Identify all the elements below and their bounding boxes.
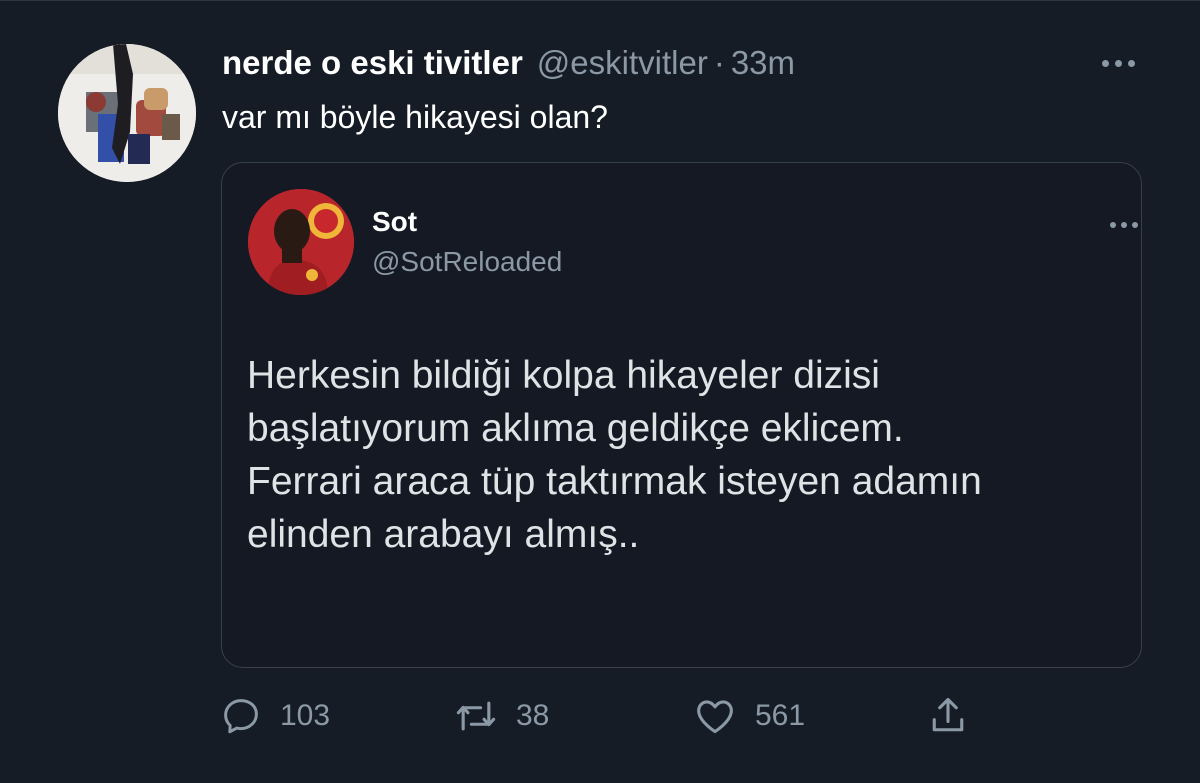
quote-author-avatar[interactable]	[248, 189, 354, 295]
quoted-tweet[interactable]: Sot @SotReloaded Herkesin bildiği kolpa …	[221, 162, 1142, 668]
quote-text-line: Ferrari araca tüp taktırmak isteyen adam…	[247, 460, 982, 503]
tweet-time[interactable]: 33m	[731, 43, 795, 83]
quote-author-handle[interactable]: @SotReloaded	[372, 245, 562, 279]
like-button[interactable]: 561	[693, 691, 805, 741]
share-icon	[932, 697, 964, 732]
quote-avatar-image	[248, 189, 354, 295]
quote-text-line: başlatıyorum aklıma geldikçe eklicem.	[247, 407, 904, 450]
heart-icon	[697, 700, 733, 734]
quote-text-line: Herkesin bildiği kolpa hikayeler dizisi	[247, 354, 880, 397]
tweet[interactable]: nerde o eski tivitler @eskitvitler · 33m…	[0, 0, 1200, 783]
author-handle[interactable]: @eskitvitler	[537, 43, 708, 83]
reply-button[interactable]: 103	[220, 691, 330, 741]
like-count: 561	[755, 699, 806, 732]
tweet-actions: 103 38 561	[0, 691, 1200, 741]
quote-text: Herkesin bildiği kolpa hikayeler dizisi …	[247, 349, 1127, 561]
quote-author-name[interactable]: Sot	[372, 205, 417, 239]
quote-more-icon[interactable]	[1110, 215, 1138, 235]
tweet-text: var mı böyle hikayesi olan?	[222, 99, 608, 135]
separator: ·	[713, 44, 725, 81]
author-avatar-image	[58, 44, 196, 182]
retweet-button[interactable]: 38	[454, 691, 549, 741]
retweet-count: 38	[516, 699, 550, 732]
retweet-icon	[456, 701, 496, 731]
tweet-header: nerde o eski tivitler @eskitvitler · 33m	[222, 43, 795, 83]
author-avatar[interactable]	[58, 44, 196, 182]
reply-count: 103	[280, 699, 331, 732]
more-icon[interactable]	[1094, 51, 1142, 75]
quote-text-line: elinden arabayı almış..	[247, 513, 640, 556]
author-name[interactable]: nerde o eski tivitler	[222, 43, 523, 83]
reply-icon	[224, 699, 258, 734]
share-button[interactable]	[926, 691, 970, 741]
